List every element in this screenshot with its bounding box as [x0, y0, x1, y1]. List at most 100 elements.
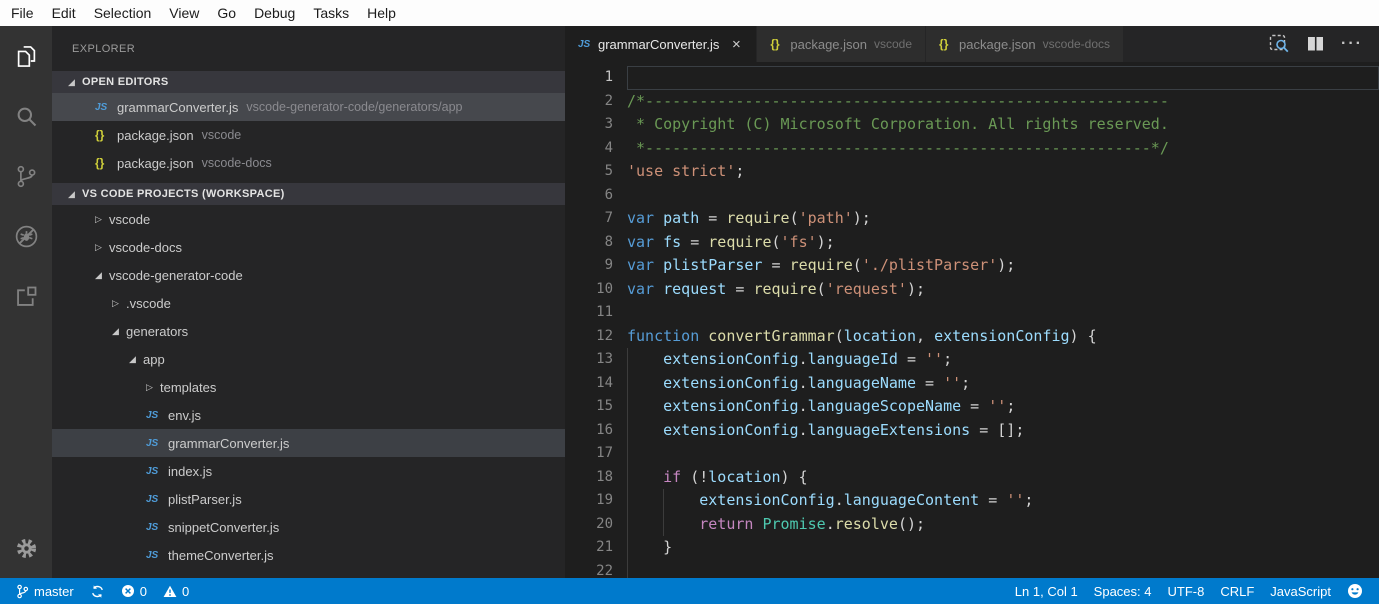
chevron-expanded-icon: ◢ — [112, 326, 126, 337]
activity-search[interactable] — [0, 86, 52, 146]
line-content: /*--------------------------------------… — [627, 90, 1169, 114]
activity-extensions[interactable] — [0, 266, 52, 326]
more-actions-button[interactable]: ··· — [1341, 35, 1363, 53]
tree-item-snippetConverter.js[interactable]: JSsnippetConverter.js — [52, 513, 565, 541]
tree-item-index.js[interactable]: JSindex.js — [52, 457, 565, 485]
line-number: 9 — [565, 254, 613, 278]
status-encoding[interactable]: UTF-8 — [1160, 578, 1213, 604]
status-bar-left: master 00 — [8, 578, 197, 604]
open-editors-list: JSgrammarConverter.jsvscode-generator-co… — [52, 93, 565, 177]
activity-settings[interactable] — [0, 518, 52, 578]
tree-item-.vscode[interactable]: ▷.vscode — [52, 289, 565, 317]
code-line-10[interactable]: 10var request = require('request'); — [565, 278, 1379, 302]
status-language-mode[interactable]: JavaScript — [1262, 578, 1339, 604]
code-line-20[interactable]: 20 return Promise.resolve(); — [565, 513, 1379, 537]
indent-guide — [663, 489, 664, 513]
workspace-header[interactable]: ◢ VS CODE PROJECTS (WORKSPACE) — [52, 183, 565, 205]
line-content: extensionConfig.languageContent = ''; — [627, 489, 1033, 513]
line-content: extensionConfig.languageExtensions = []; — [627, 419, 1024, 443]
status-eol[interactable]: CRLF — [1212, 578, 1262, 604]
status-warnings[interactable]: 0 — [155, 578, 197, 604]
tree-item-label: plistParser.js — [168, 492, 242, 507]
tree-item-vscode-docs[interactable]: ▷vscode-docs — [52, 233, 565, 261]
code-line-21[interactable]: 21 } — [565, 536, 1379, 560]
chevron-expanded-icon: ◢ — [95, 270, 109, 281]
code-line-14[interactable]: 14 extensionConfig.languageName = ''; — [565, 372, 1379, 396]
code-line-6[interactable]: 6 — [565, 184, 1379, 208]
tree-item-generators[interactable]: ◢generators — [52, 317, 565, 345]
code-line-5[interactable]: 5'use strict'; — [565, 160, 1379, 184]
tree-item-templates[interactable]: ▷templates — [52, 373, 565, 401]
menu-go[interactable]: Go — [208, 0, 245, 26]
code-line-22[interactable]: 22 — [565, 560, 1379, 579]
tree-item-plistParser.js[interactable]: JSplistParser.js — [52, 485, 565, 513]
split-editor-button[interactable] — [1306, 35, 1326, 53]
code-line-18[interactable]: 18 if (!location) { — [565, 466, 1379, 490]
status-sync[interactable] — [82, 578, 113, 604]
workbench: EXPLORER ◢ OPEN EDITORS JSgrammarConvert… — [0, 26, 1379, 578]
line-content: *---------------------------------------… — [627, 137, 1169, 161]
code-line-8[interactable]: 8var fs = require('fs'); — [565, 231, 1379, 255]
activity-source-control[interactable] — [0, 146, 52, 206]
code-line-3[interactable]: 3 * Copyright (C) Microsoft Corporation.… — [565, 113, 1379, 137]
line-number: 7 — [565, 207, 613, 231]
menu-help[interactable]: Help — [358, 0, 405, 26]
line-content: extensionConfig.languageScopeName = ''; — [627, 395, 1015, 419]
status-feedback[interactable] — [1339, 578, 1371, 604]
status-cursor-position[interactable]: Ln 1, Col 1 — [1007, 578, 1086, 604]
find-in-file-button[interactable] — [1269, 34, 1291, 54]
code-line-9[interactable]: 9 var plistParser = require('./plistParse… — [565, 254, 1379, 278]
line-content: var plistParser = require('./plistParser… — [627, 254, 1015, 278]
tree-item-validator.js[interactable]: JSvalidator.js — [52, 569, 565, 578]
close-icon[interactable]: × — [729, 36, 743, 53]
tree-item-vscode-generator-code[interactable]: ◢vscode-generator-code — [52, 261, 565, 289]
open-editor-grammarConverter.js[interactable]: JSgrammarConverter.jsvscode-generator-co… — [52, 93, 565, 121]
tree-item-label: .vscode — [126, 296, 171, 311]
code-line-12[interactable]: 12function convertGrammar(location, exte… — [565, 325, 1379, 349]
indent-guide — [627, 348, 628, 372]
js-file-icon: JS — [578, 39, 598, 50]
open-editors-header[interactable]: ◢ OPEN EDITORS — [52, 71, 565, 93]
code-line-4[interactable]: 4 *-------------------------------------… — [565, 137, 1379, 161]
open-editor-description: vscode-generator-code/generators/app — [246, 100, 462, 114]
open-editor-package.json[interactable]: {}package.jsonvscode-docs — [52, 149, 565, 177]
activity-debug[interactable] — [0, 206, 52, 266]
activity-explorer[interactable] — [0, 26, 52, 86]
tree-item-app[interactable]: ◢app — [52, 345, 565, 373]
tree-item-vscode[interactable]: ▷vscode — [52, 205, 565, 233]
tree-item-themeConverter.js[interactable]: JSthemeConverter.js — [52, 541, 565, 569]
code-line-7[interactable]: 7var path = require('path'); — [565, 207, 1379, 231]
menu-debug[interactable]: Debug — [245, 0, 304, 26]
tab-package.json-vscode[interactable]: {}package.jsonvscode — [757, 26, 926, 62]
code-line-1[interactable]: 1 — [565, 66, 1379, 90]
tree-item-grammarConverter.js[interactable]: JSgrammarConverter.js — [52, 429, 565, 457]
code-line-17[interactable]: 17 — [565, 442, 1379, 466]
status-cursor-position-label: Ln 1, Col 1 — [1015, 584, 1078, 599]
chevron-expanded-icon: ◢ — [68, 77, 82, 88]
status-branch[interactable]: master — [8, 578, 82, 604]
menu-file[interactable]: File — [2, 0, 43, 26]
menu-view[interactable]: View — [160, 0, 208, 26]
tab-grammarConverter.js[interactable]: JSgrammarConverter.js× — [565, 26, 757, 62]
menu-selection[interactable]: Selection — [85, 0, 161, 26]
status-indentation[interactable]: Spaces: 4 — [1086, 578, 1160, 604]
menu-edit[interactable]: Edit — [43, 0, 85, 26]
tree-item-env.js[interactable]: JSenv.js — [52, 401, 565, 429]
menu-bar: FileEditSelectionViewGoDebugTasksHelp — [0, 0, 1379, 26]
tab-label: package.json — [790, 37, 867, 52]
status-errors[interactable]: 0 — [113, 578, 155, 604]
open-editor-package.json[interactable]: {}package.jsonvscode — [52, 121, 565, 149]
code-line-11[interactable]: 11 — [565, 301, 1379, 325]
code-line-19[interactable]: 19 extensionConfig.languageContent = ''; — [565, 489, 1379, 513]
code-editor[interactable]: 12/*------------------------------------… — [565, 62, 1379, 578]
code-line-16[interactable]: 16 extensionConfig.languageExtensions = … — [565, 419, 1379, 443]
menu-tasks[interactable]: Tasks — [304, 0, 358, 26]
tab-package.json-vscode-docs[interactable]: {}package.jsonvscode-docs — [926, 26, 1124, 62]
tab-bar: JSgrammarConverter.js×{}package.jsonvsco… — [565, 26, 1379, 62]
code-line-2[interactable]: 2/*-------------------------------------… — [565, 90, 1379, 114]
code-line-13[interactable]: 13 extensionConfig.languageId = ''; — [565, 348, 1379, 372]
open-editor-description: vscode-docs — [202, 156, 272, 170]
chevron-expanded-icon: ◢ — [68, 189, 82, 200]
indent-guide — [627, 560, 628, 579]
code-line-15[interactable]: 15 extensionConfig.languageScopeName = '… — [565, 395, 1379, 419]
